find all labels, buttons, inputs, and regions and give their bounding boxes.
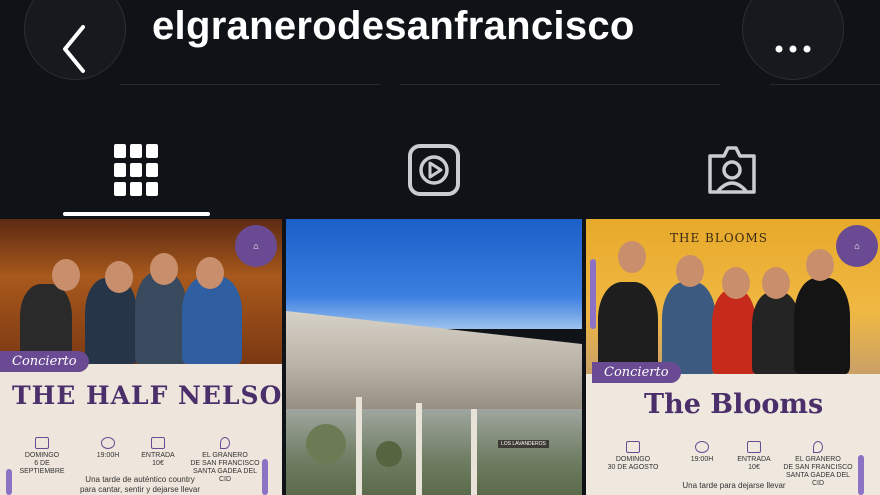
venue-logo: ⌂: [235, 225, 277, 267]
band-name: The Blooms: [644, 389, 824, 420]
profile-username: elgranerodesanfrancisco: [152, 4, 635, 48]
post-venue-photo[interactable]: LOS LAVANDEROS: [286, 219, 582, 495]
calendar-icon: [35, 437, 49, 449]
header-divider: [120, 84, 380, 85]
event-time: 19:00H: [88, 437, 128, 460]
chevron-left-icon: [63, 25, 85, 73]
profile-tabs: [0, 130, 880, 220]
ticket-icon: [747, 441, 761, 453]
tab-posts-grid[interactable]: [106, 140, 166, 200]
ticket-icon: [151, 437, 165, 449]
tab-reels[interactable]: [404, 140, 464, 200]
reels-icon: [408, 144, 460, 196]
location-pin-icon: [220, 437, 230, 449]
tab-tagged[interactable]: [702, 140, 762, 200]
event-ticket: ENTRADA 10€: [138, 437, 178, 468]
back-button[interactable]: [24, 0, 126, 80]
posts-grid: ⌂ Concierto THE HALF NELSONS DOMINGO6 DE…: [0, 219, 880, 495]
venue-logo: ⌂: [836, 225, 878, 267]
band-name: THE HALF NELSONS: [12, 381, 282, 410]
tagged-icon: [708, 146, 756, 194]
event-date: DOMINGO 30 DE AGOSTO: [606, 441, 660, 472]
event-time: 19:00H: [682, 441, 722, 464]
more-options-button[interactable]: [742, 0, 844, 80]
more-horizontal-icon: [775, 45, 811, 53]
active-tab-indicator: [63, 212, 210, 216]
banner-title: THE BLOOMS: [670, 231, 769, 245]
event-ticket: ENTRADA 10€: [734, 441, 774, 472]
concert-tag: Concierto: [592, 362, 681, 383]
concert-tag: Concierto: [0, 351, 89, 372]
sky-photo: [286, 219, 582, 329]
location-pin-icon: [813, 441, 823, 453]
event-date: DOMINGO 6 DE SEPTIEMBRE: [14, 437, 70, 476]
clock-icon: [695, 441, 709, 453]
header-divider: [770, 84, 880, 85]
post-the-blooms[interactable]: THE BLOOMS ⌂ Concierto The Blooms DOMING…: [586, 219, 880, 495]
sign-text: LOS LAVANDEROS: [498, 440, 549, 448]
header-divider: [400, 84, 720, 85]
event-description: Una tarde para dejarse llevar: [682, 481, 786, 490]
event-description: Una tarde de auténtico country para canta…: [79, 475, 201, 494]
grid-icon: [114, 144, 158, 196]
calendar-icon: [626, 441, 640, 453]
clock-icon: [101, 437, 115, 449]
post-half-nelsons[interactable]: ⌂ Concierto THE HALF NELSONS DOMINGO6 DE…: [0, 219, 282, 495]
